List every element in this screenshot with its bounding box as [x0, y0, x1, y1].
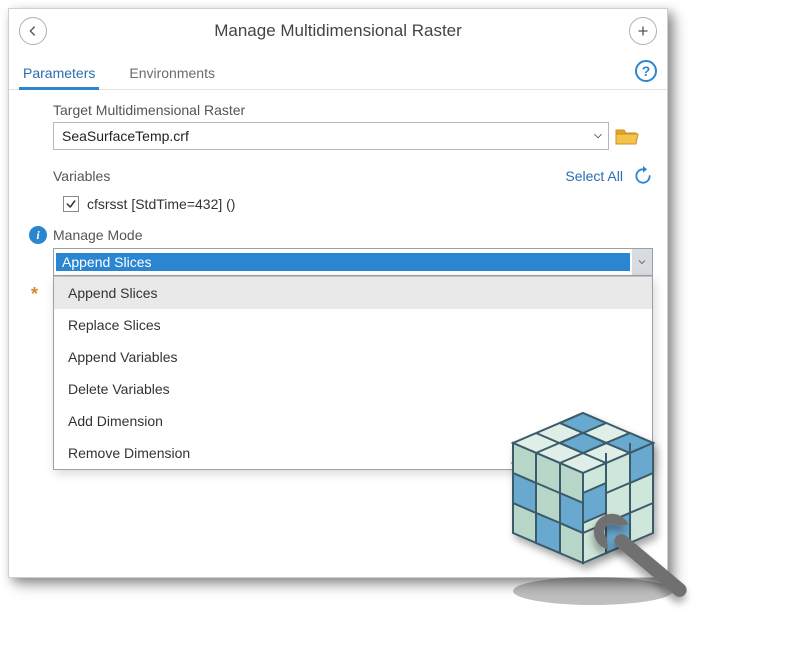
manage-mode-dropdown-wrap: * Append Slices Replace Slices Append Va… [9, 276, 667, 470]
reset-button[interactable] [633, 166, 653, 186]
dropdown-option-4[interactable]: Add Dimension [54, 405, 652, 437]
target-raster-label: Target Multidimensional Raster [53, 102, 653, 118]
manage-mode-combo[interactable]: Append Slices [53, 248, 653, 276]
required-asterisk-icon: * [31, 284, 38, 305]
parameters-body: Target Multidimensional Raster SeaSurfac… [9, 90, 667, 470]
variable-checkbox-0[interactable] [63, 196, 79, 212]
chevron-down-icon [588, 123, 608, 149]
browse-button[interactable] [615, 126, 639, 146]
help-icon: ? [642, 63, 651, 79]
pane-title: Manage Multidimensional Raster [47, 21, 629, 41]
target-raster-combo[interactable]: SeaSurfaceTemp.crf [53, 122, 609, 150]
manage-mode-label: Manage Mode [53, 227, 143, 243]
pane-header: Manage Multidimensional Raster [9, 9, 667, 51]
info-icon[interactable]: i [29, 226, 47, 244]
help-button[interactable]: ? [635, 60, 657, 82]
arrow-left-icon [25, 23, 41, 39]
dropdown-option-1[interactable]: Replace Slices [54, 309, 652, 341]
manage-mode-dropdown: Append Slices Replace Slices Append Vari… [53, 276, 653, 470]
tab-bar: Parameters Environments ? [9, 51, 667, 90]
add-button[interactable] [629, 17, 657, 45]
plus-icon [635, 23, 651, 39]
chevron-down-icon [632, 249, 652, 275]
folder-icon [615, 126, 639, 146]
variables-label: Variables [53, 168, 110, 184]
target-raster-value: SeaSurfaceTemp.crf [54, 128, 588, 144]
check-icon [65, 198, 77, 210]
tab-parameters[interactable]: Parameters [19, 59, 99, 89]
manage-mode-label-row: i Manage Mode [9, 222, 667, 248]
variable-text-0: cfsrsst [StdTime=432] () [87, 196, 235, 212]
dropdown-option-3[interactable]: Delete Variables [54, 373, 652, 405]
dropdown-option-2[interactable]: Append Variables [54, 341, 652, 373]
dropdown-option-0[interactable]: Append Slices [54, 277, 652, 309]
tab-environments[interactable]: Environments [125, 59, 219, 89]
field-target-raster: Target Multidimensional Raster SeaSurfac… [9, 102, 667, 156]
geoprocessing-pane: Manage Multidimensional Raster Parameter… [8, 8, 668, 578]
reset-icon [633, 166, 653, 186]
manage-mode-selected: Append Slices [56, 253, 630, 271]
variable-item-0: cfsrsst [StdTime=432] () [9, 192, 667, 222]
dropdown-option-5[interactable]: Remove Dimension [54, 437, 652, 469]
variables-header-row: Variables Select All [9, 156, 667, 192]
select-all-link[interactable]: Select All [565, 168, 623, 184]
back-button[interactable] [19, 17, 47, 45]
